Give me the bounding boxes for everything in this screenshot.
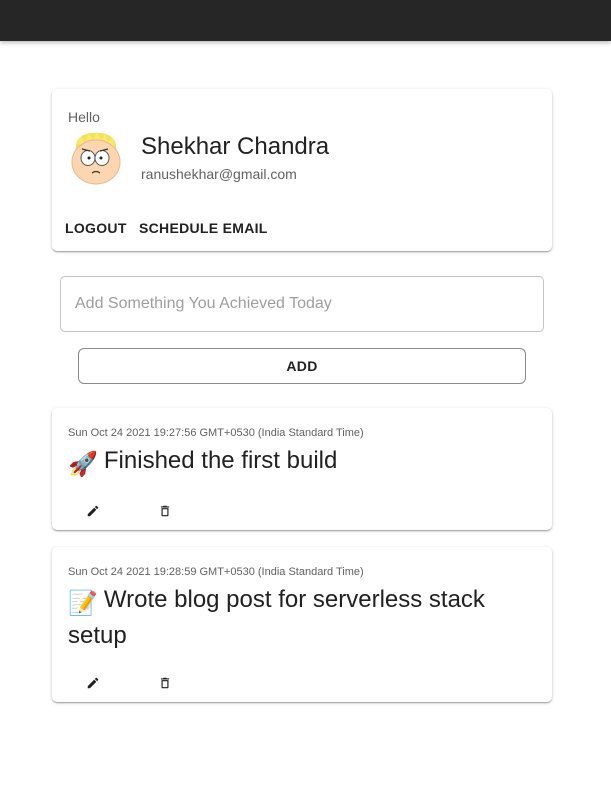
memo-icon: 📝 [68,590,98,617]
user-email: ranushekhar@gmail.com [141,166,297,182]
entry-text-label: Finished the first build [103,447,338,474]
delete-button[interactable] [153,499,177,523]
cartoon-avatar-icon [68,130,124,186]
achievement-input[interactable] [61,277,543,331]
logout-button[interactable]: LOGOUT [65,220,127,236]
pencil-icon [87,505,99,517]
trash-icon [160,677,170,689]
entry-text-label: Wrote blog post for serverless stack set… [68,586,485,649]
entry-card: Sun Oct 24 2021 19:27:56 GMT+0530 (India… [52,408,552,530]
edit-button[interactable] [81,671,105,695]
pencil-icon [87,677,99,689]
achievement-input-field [60,276,544,332]
entry-card: Sun Oct 24 2021 19:28:59 GMT+0530 (India… [52,547,552,702]
schedule-email-button[interactable]: SCHEDULE EMAIL [139,220,268,236]
greeting-text: Hello [68,109,100,125]
entry-timestamp: Sun Oct 24 2021 19:28:59 GMT+0530 (India… [68,566,364,578]
add-button[interactable]: ADD [78,348,526,384]
rocket-icon: 🚀 [68,451,98,478]
user-name: Shekhar Chandra [141,133,330,160]
edit-button[interactable] [81,499,105,523]
entry-text: 🚀 Finished the first build [68,445,528,481]
delete-button[interactable] [153,671,177,695]
profile-card: Hello Shekhar Chandra ranushekhar@gmail.… [52,89,552,251]
entry-text: 📝 Wrote blog post for serverless stack se… [68,584,528,652]
app-bar [0,0,611,41]
entry-timestamp: Sun Oct 24 2021 19:27:56 GMT+0530 (India… [68,427,364,439]
trash-icon [160,505,170,517]
